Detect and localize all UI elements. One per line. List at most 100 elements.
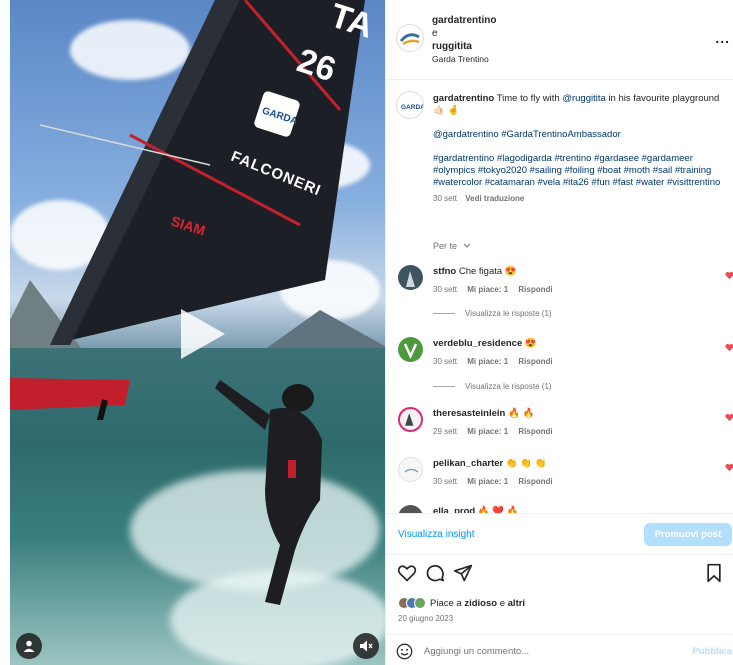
reply-button[interactable]: Rispondi xyxy=(518,285,552,294)
comment-bubble-icon[interactable] xyxy=(425,563,445,583)
comment-body: verdeblu_residence 😍 30 sett Mi piace: 1… xyxy=(433,338,703,368)
likes-middle: e xyxy=(499,597,505,609)
post-actions xyxy=(386,561,733,587)
promote-post-button[interactable]: Promuovi post xyxy=(644,523,732,546)
view-replies-link[interactable]: Visualizza le risposte (1) xyxy=(433,382,552,391)
caption-ambassador-line[interactable]: @gardatrentino #GardaTrentinoAmbassador xyxy=(433,129,725,141)
caption-mention[interactable]: @ruggitita xyxy=(562,93,605,104)
comment-likes-count[interactable]: Mi piace: 1 xyxy=(467,357,508,366)
comment-filter-dropdown[interactable]: Per te xyxy=(433,241,471,251)
post-date: 20 giugno 2023 xyxy=(398,614,454,623)
play-button[interactable] xyxy=(177,307,227,361)
post-caption: gardatrentino Time to fly with @ruggitit… xyxy=(433,93,725,205)
like-comment-heart-icon[interactable] xyxy=(725,463,733,472)
emoji-icon[interactable] xyxy=(396,643,413,660)
commenter-avatar[interactable] xyxy=(398,265,423,290)
comments-scroll-area[interactable]: GARDA gardatrentino Time to fly with @ru… xyxy=(386,81,733,513)
view-replies-link[interactable]: Visualizza le risposte (1) xyxy=(433,309,552,318)
comment-likes-count[interactable]: Mi piace: 1 xyxy=(467,477,508,486)
comment-item: theresasteinlein 🔥 🔥 29 sett Mi piace: 1… xyxy=(386,407,733,457)
insights-bar: Visualizza insight Promuovi post xyxy=(386,513,733,555)
likes-prefix: Piace a xyxy=(430,597,462,609)
comment-input[interactable] xyxy=(424,641,674,661)
reply-button[interactable]: Rispondi xyxy=(518,477,552,486)
comment-body: stfno Che figata 😍 30 sett Mi piace: 1 R… xyxy=(433,266,703,296)
comment-date: 30 sett xyxy=(433,357,458,366)
comment-date: 29 sett xyxy=(433,427,458,436)
comment-text: 🔥 🔥 xyxy=(507,408,535,419)
collaborator-username[interactable]: ruggitita xyxy=(432,40,496,53)
comment-likes-count[interactable]: Mi piace: 1 xyxy=(467,427,508,436)
comment-text: 🔥 ❤️ 🔥 xyxy=(477,506,519,513)
comment-text: Che figata 😍 xyxy=(458,266,517,277)
like-heart-icon[interactable] xyxy=(397,563,417,583)
save-bookmark-icon[interactable] xyxy=(704,563,724,583)
see-translation-link[interactable]: Vedi traduzione xyxy=(465,194,524,203)
caption-author-avatar[interactable]: GARDA xyxy=(396,91,424,119)
chevron-down-icon xyxy=(463,243,470,248)
commenter-avatar[interactable] xyxy=(398,457,423,482)
owner-avatar[interactable] xyxy=(396,24,424,52)
caption-username[interactable]: gardatrentino xyxy=(433,93,494,104)
publish-comment-button[interactable]: Pubblica xyxy=(692,646,732,657)
comment-meta: 29 sett Mi piace: 1 Rispondi xyxy=(433,426,703,438)
post-authors: gardatrentino e ruggitita Garda Trentino xyxy=(432,14,496,66)
commenter-photo xyxy=(406,271,415,287)
comment-item: ella_prod 🔥 ❤️ 🔥 xyxy=(386,505,733,513)
share-paper-plane-icon[interactable] xyxy=(453,563,473,583)
reply-button[interactable]: Rispondi xyxy=(518,357,552,366)
commenter-avatar[interactable] xyxy=(398,505,423,513)
comment-username[interactable]: ella_prod xyxy=(433,506,475,513)
caption-date: 30 sett xyxy=(433,194,458,203)
comment-composer: Pubblica xyxy=(386,634,733,665)
garda-trentino-logo-icon xyxy=(399,33,420,46)
user-icon xyxy=(23,640,35,652)
post-header: gardatrentino e ruggitita Garda Trentino… xyxy=(386,0,733,80)
likes-summary[interactable]: Piace a zidioso e altri xyxy=(398,595,525,611)
sailor-figure xyxy=(215,380,322,605)
audio-toggle-button[interactable] xyxy=(353,633,379,659)
instagram-post-view: TA 26 GARDA FALCONERI SIAM gardatrentino… xyxy=(0,0,733,665)
reply-button[interactable]: Rispondi xyxy=(518,427,552,436)
comment-text: 😍 xyxy=(524,338,537,349)
speaker-muted-icon xyxy=(360,640,373,652)
comment-body: pelikan_charter 👏 👏 👏 30 sett Mi piace: … xyxy=(433,458,703,488)
comment-username[interactable]: theresasteinlein xyxy=(433,408,505,419)
caption-meta: 30 sett Vedi traduzione xyxy=(433,193,725,205)
comment-meta: 30 sett Mi piace: 1 Rispondi xyxy=(433,356,703,368)
caption-text-start: Time to fly with xyxy=(496,93,560,104)
comment-date: 30 sett xyxy=(433,285,458,294)
comment-filter-label: Per te xyxy=(433,241,458,251)
comment-username[interactable]: stfno xyxy=(433,266,456,277)
verdeblu-logo-icon xyxy=(403,343,418,360)
like-comment-heart-icon[interactable] xyxy=(725,271,733,280)
commenter-photo xyxy=(405,413,414,426)
caption-hashtags[interactable]: #gardatrentino #lagodigarda #trentino #g… xyxy=(433,153,725,189)
comment-meta: 30 sett Mi piace: 1 Rispondi xyxy=(433,476,703,488)
like-comment-heart-icon[interactable] xyxy=(725,343,733,352)
comment-meta: 30 sett Mi piace: 1 Rispondi xyxy=(433,284,703,296)
commenter-avatar[interactable] xyxy=(398,337,423,362)
liker-avatar xyxy=(414,597,426,609)
comment-text: 👏 👏 👏 xyxy=(505,458,547,469)
view-insights-link[interactable]: Visualizza insight xyxy=(398,529,475,540)
comment-username[interactable]: verdeblu_residence xyxy=(433,338,522,349)
owner-username[interactable]: gardatrentino xyxy=(432,14,496,27)
post-video[interactable]: TA 26 GARDA FALCONERI SIAM xyxy=(10,0,385,665)
comment-likes-count[interactable]: Mi piace: 1 xyxy=(467,285,508,294)
like-comment-heart-icon[interactable] xyxy=(725,413,733,422)
tagged-users-button[interactable] xyxy=(16,633,42,659)
pelikan-logo-icon xyxy=(404,468,419,473)
comment-username[interactable]: pelikan_charter xyxy=(433,458,503,469)
commenter-avatar-story[interactable] xyxy=(398,407,423,432)
authors-separator: e xyxy=(432,28,438,39)
more-options-button[interactable]: ... xyxy=(715,31,730,45)
garda-logo-icon: GARDA xyxy=(401,104,423,111)
comment-body: ella_prod 🔥 ❤️ 🔥 xyxy=(433,506,703,513)
post-side-panel: gardatrentino e ruggitita Garda Trentino… xyxy=(385,0,733,665)
liker-username[interactable]: zidioso xyxy=(464,598,497,609)
post-location[interactable]: Garda Trentino xyxy=(432,53,496,66)
comment-date: 30 sett xyxy=(433,477,458,486)
likes-others-link[interactable]: altri xyxy=(508,598,525,609)
likes-text: Piace a zidioso e altri xyxy=(430,598,525,609)
